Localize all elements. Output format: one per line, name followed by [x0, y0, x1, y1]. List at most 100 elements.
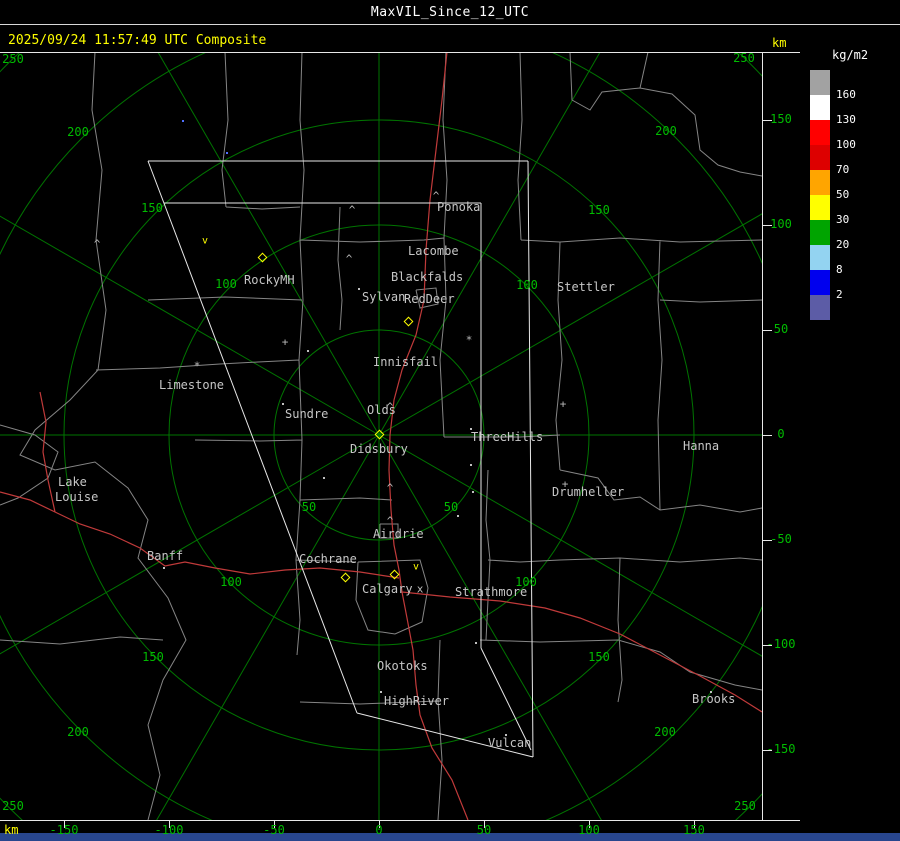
town-dot-marker: [457, 515, 459, 517]
city-label-cochrane: Cochrane: [299, 552, 357, 566]
right-axis-tick: [763, 750, 772, 751]
city-label-okotoks: Okotoks: [377, 659, 428, 673]
bottom-axis-line: [0, 820, 800, 821]
bottom-axis-tick: [694, 821, 695, 828]
timestamp-label: 2025/09/24 11:57:49 UTC Composite: [8, 33, 267, 48]
radar-site-marker: [403, 316, 414, 327]
town-dot-marker: [470, 428, 472, 430]
radar-site-marker: [257, 252, 268, 263]
town-symbol-marker: x: [416, 582, 424, 596]
town-dot-marker: [505, 734, 507, 736]
bottom-axis-tick: [379, 821, 380, 828]
town-symbol-marker: +: [559, 397, 567, 411]
town-dot-marker: [380, 691, 382, 693]
town-dot-marker: [163, 567, 165, 569]
city-label-lacombe: Lacombe: [408, 244, 459, 258]
range-ring-label: 250: [733, 52, 755, 65]
map-overlay: 250 200 150 100 250 200 150 100 50 50 100 100 150 150…: [0, 52, 762, 820]
colorbar-swatch-red-dark: [810, 145, 830, 170]
colorbar-value-label: 100: [836, 138, 856, 151]
radar-map[interactable]: 250 200 150 100 250 200 150 100 50 50 100 100 150 150…: [0, 52, 762, 820]
town-dot-marker: [475, 642, 477, 644]
city-label-brooks: Brooks: [692, 692, 736, 706]
right-axis-label: -150: [766, 742, 796, 756]
right-axis-line: [762, 52, 763, 821]
right-axis-label: -100: [766, 637, 796, 651]
city-label-blackfalds: Blackfalds: [391, 270, 464, 284]
colorbar-swatch-slate-blue: [810, 295, 830, 320]
title-bar[interactable]: MaxVIL_Since_12_UTC: [0, 0, 900, 25]
storm-marker: v: [201, 235, 209, 247]
right-axis-tick: [763, 225, 772, 226]
town-symbol-marker: *: [193, 359, 201, 373]
city-label-didsbury: Didsbury: [350, 442, 408, 456]
town-symbol-marker: ^: [386, 400, 394, 414]
range-ring-label: 150: [588, 203, 610, 217]
city-label-vulcan: Vulcan: [488, 736, 532, 750]
colorbar: 160 130 100 70 50 30 20 8 2: [810, 70, 890, 322]
colorbar-swatch-gray: [810, 70, 830, 95]
range-ring-label: 150: [588, 650, 610, 664]
radar-site-marker: [389, 569, 400, 580]
colorbar-swatch-light-blue: [810, 245, 830, 270]
blue-dot-marker: [182, 120, 184, 122]
range-ring-label: 200: [67, 725, 89, 739]
town-dot-marker: [470, 464, 472, 466]
city-label-stettler: Stettler: [557, 280, 615, 294]
colorbar-value-label: 50: [836, 188, 850, 201]
bottom-axis-tick: [484, 821, 485, 828]
range-ring-label: 100: [220, 575, 242, 589]
range-ring-label: 50: [301, 500, 317, 514]
town-symbol-marker: ^: [93, 237, 101, 251]
storm-marker: v: [412, 561, 420, 573]
range-ring-label: 100: [516, 278, 538, 292]
colorbar-value-label: 70: [836, 163, 850, 176]
city-label-airdrie: Airdrie: [373, 527, 424, 541]
bottom-axis-tick: [169, 821, 170, 828]
colorbar-swatch-yellow: [810, 195, 830, 220]
bottom-scrollbar[interactable]: [0, 833, 900, 841]
bottom-axis-tick: [274, 821, 275, 828]
window-title: MaxVIL_Since_12_UTC: [370, 4, 530, 20]
colorbar-swatch-white: [810, 95, 830, 120]
city-label-louise: Louise: [55, 490, 99, 504]
range-ring-label: 200: [654, 725, 676, 739]
colorbar-swatch-blue: [810, 270, 830, 295]
town-symbol-marker: ^: [348, 203, 356, 217]
range-ring-label: 200: [655, 124, 677, 138]
right-axis-label: 150: [770, 112, 792, 126]
right-axis-label: 50: [773, 322, 789, 336]
radar-site-marker: [340, 572, 351, 583]
town-symbol-marker: ^: [345, 252, 353, 266]
right-axis-label: -50: [770, 532, 792, 546]
town-symbol-marker: +: [281, 335, 289, 349]
town-dot-marker: [358, 288, 360, 290]
city-label-calgary: Calgary: [362, 582, 413, 596]
town-dot-marker: [710, 691, 712, 693]
radar-site-marker: [374, 429, 385, 440]
city-label-highriver: HighRiver: [384, 694, 450, 708]
map-top-border: [0, 52, 800, 53]
town-symbol-marker: ^: [386, 481, 394, 495]
bottom-axis-unit-label: km: [4, 823, 19, 837]
colorbar-value-label: 2: [836, 288, 843, 301]
right-axis-unit-label: km: [772, 36, 787, 50]
range-ring-label: 200: [67, 125, 89, 139]
city-label-lake: Lake: [58, 475, 87, 489]
colorbar-swatch-green: [810, 220, 830, 245]
city-label-sundre: Sundre: [285, 407, 329, 421]
range-ring-label: 250: [2, 52, 24, 66]
colorbar-value-label: 160: [836, 88, 856, 101]
town-symbol-marker: *: [465, 333, 473, 347]
right-axis-tick: [763, 435, 772, 436]
colorbar-swatch-orange: [810, 170, 830, 195]
town-dot-marker: [472, 491, 474, 493]
right-axis-tick: [763, 330, 772, 331]
range-ring-label: 150: [142, 650, 164, 664]
city-label-rockymh: RockyMH: [244, 273, 295, 287]
town-symbol-marker: ^: [386, 514, 394, 528]
city-label-banff: Banff: [147, 549, 184, 563]
bottom-axis-tick: [64, 821, 65, 828]
colorbar-swatch-red-bright: [810, 120, 830, 145]
range-ring-label: 50: [443, 500, 459, 514]
